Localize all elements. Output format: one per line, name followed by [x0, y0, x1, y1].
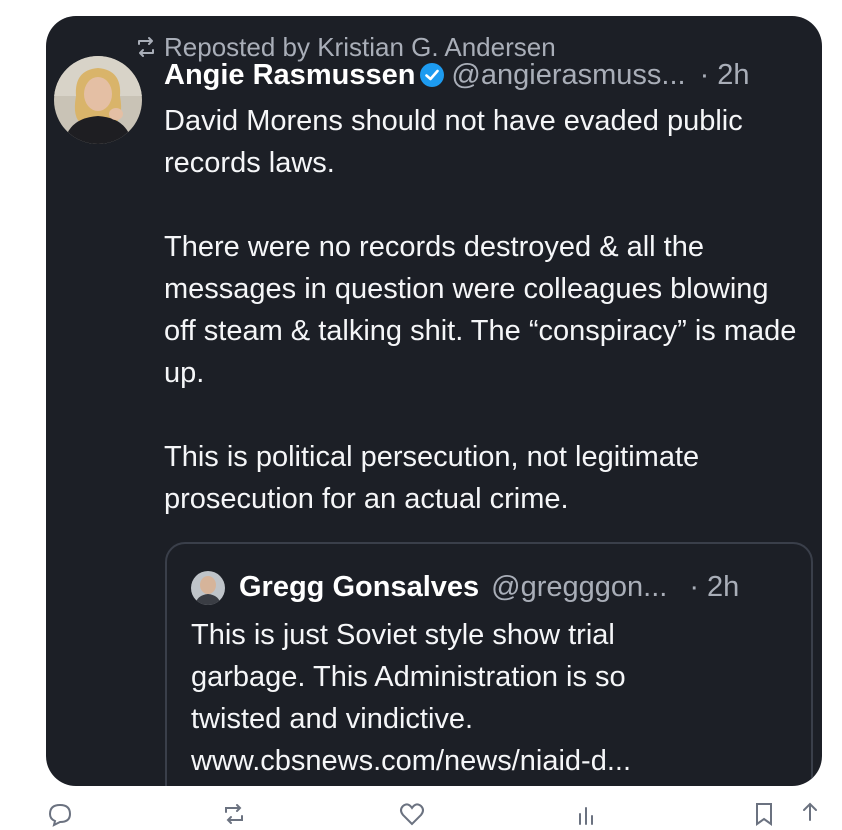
quoted-link[interactable]: www.cbsnews.com/news/niaid-d... [191, 740, 791, 782]
post-paragraph: This is political persecution, not legit… [164, 441, 700, 515]
quoted-body: This is just Soviet style show trial gar… [191, 614, 791, 782]
quoted-post[interactable]: Gregg Gonsalves @gregggon... · 2h This i… [165, 542, 813, 786]
quoted-header: Gregg Gonsalves @gregggon... · 2h [239, 567, 799, 607]
post-card[interactable]: Reposted by Kristian G. Andersen Angie R… [46, 16, 822, 786]
post-paragraph: David Morens should not have evaded publ… [164, 105, 743, 179]
views-icon [579, 807, 593, 825]
post-body: David Morens should not have evaded publ… [164, 100, 804, 520]
bookmark-button[interactable] [750, 800, 786, 830]
quoted-line: twisted and vindictive. [191, 703, 474, 735]
repost-button[interactable] [220, 800, 256, 830]
post-header: Angie Rasmussen @angierasmuss... · 2h [164, 56, 814, 94]
views-button[interactable] [574, 800, 610, 830]
repost-icon [225, 804, 243, 824]
share-button[interactable] [796, 800, 832, 830]
quoted-author-name[interactable]: Gregg Gonsalves [239, 567, 479, 607]
like-button[interactable] [398, 800, 434, 830]
quoted-author-handle[interactable]: @gregggon... [491, 567, 667, 607]
verified-badge-icon [420, 63, 445, 87]
post-paragraph: There were no records destroyed & all th… [164, 231, 797, 389]
action-bar [0, 800, 842, 830]
bookmark-icon [756, 803, 772, 826]
share-icon [803, 802, 817, 821]
quoted-avatar[interactable] [191, 571, 225, 605]
reply-button[interactable] [46, 800, 82, 830]
author-handle[interactable]: @angierasmuss... [451, 56, 685, 94]
repost-icon [138, 37, 154, 57]
author-name[interactable]: Angie Rasmussen [164, 56, 415, 94]
post-time[interactable]: · 2h [700, 56, 750, 94]
quoted-time: · 2h [689, 571, 740, 603]
quoted-line: garbage. This Administration is so [191, 661, 626, 693]
heart-icon [400, 803, 424, 826]
reply-icon [48, 803, 72, 827]
avatar[interactable] [54, 56, 142, 144]
quoted-line: This is just Soviet style show trial [191, 619, 615, 651]
